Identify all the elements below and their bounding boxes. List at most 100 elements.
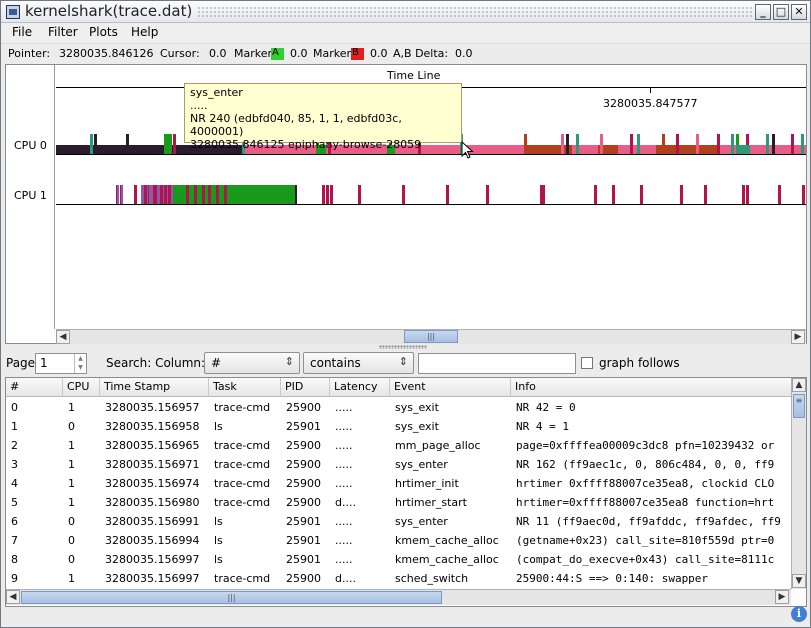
cpu-0-event-spike[interactable]: [662, 134, 665, 154]
close-button[interactable]: ✕: [791, 4, 807, 20]
col-header-latency[interactable]: Latency: [330, 378, 390, 397]
cpu-1-event-spike[interactable]: [144, 185, 147, 204]
table-row[interactable]: 1 0 3280035.156958 ls 25901..... sys_exit NR 4…: [6, 417, 791, 436]
cpu-0-event-spike[interactable]: [524, 134, 527, 154]
cpu-0-event-spike[interactable]: [576, 134, 579, 154]
scroll-right-button[interactable]: ▶: [791, 330, 805, 344]
menu-filter[interactable]: Filter: [48, 25, 78, 39]
cpu-0-event-spike[interactable]: [561, 134, 564, 154]
column-select[interactable]: # ⇕: [204, 352, 300, 374]
col-header-cpu[interactable]: CPU: [63, 378, 100, 397]
cpu-1-task-bar[interactable]: [295, 185, 297, 204]
cpu-1-event-spike[interactable]: [326, 185, 329, 204]
graph-hscrollbar[interactable]: ◀ ||| ▶: [56, 329, 806, 344]
cpu-1-event-spike[interactable]: [486, 185, 489, 204]
cpu-0-event-spike[interactable]: [630, 134, 633, 154]
cpu-1-event-spike[interactable]: [358, 185, 361, 204]
table-row[interactable]: 0 1 3280035.156957 trace-cmd 25900..... sys_e…: [6, 398, 791, 417]
cpu-1-task-bar[interactable]: [173, 185, 296, 204]
table-hscroll-thumb[interactable]: |||: [21, 591, 442, 604]
table-hscrollbar[interactable]: ◀ ||| ▶: [6, 589, 791, 605]
graph-follows-checkbox[interactable]: [581, 357, 593, 369]
table-row[interactable]: 7 0 3280035.156994 ls 25901..... kmem_cache_a…: [6, 531, 791, 550]
cpu-1-label[interactable]: CPU 1: [14, 189, 47, 202]
spinner-arrows-icon[interactable]: ▲ ▼: [74, 354, 86, 373]
cpu-0-event-spike[interactable]: [772, 134, 775, 154]
cpu-1-event-spike[interactable]: [594, 185, 597, 204]
cpu-0-event-spike[interactable]: [717, 134, 720, 154]
cpu-1-event-spike[interactable]: [224, 185, 227, 204]
cpu-0-event-spike[interactable]: [801, 134, 804, 154]
minimize-button[interactable]: _: [755, 4, 771, 20]
cpu-0-event-spike[interactable]: [637, 134, 640, 154]
cpu-0-event-spike[interactable]: [791, 134, 794, 154]
table-row[interactable]: 6 0 3280035.156991 ls 25901..... sys_enter NR …: [6, 512, 791, 531]
cpu-0-event-spike[interactable]: [766, 134, 769, 154]
cpu-1-event-spike[interactable]: [330, 185, 333, 204]
menu-file[interactable]: File: [12, 25, 32, 39]
cpu-0-event-spike[interactable]: [696, 134, 699, 154]
table-vscroll-thumb[interactable]: ≡: [793, 394, 805, 418]
cpu-1-event-spike[interactable]: [134, 185, 137, 204]
pane-splitter[interactable]: [379, 345, 427, 349]
menu-help[interactable]: Help: [131, 25, 158, 39]
cpu-1-event-spike[interactable]: [746, 185, 749, 204]
cpu-1-event-spike[interactable]: [117, 185, 119, 204]
cpu-0-event-spike[interactable]: [731, 134, 734, 154]
cpu-1-event-spike[interactable]: [202, 185, 205, 204]
scroll-down-button[interactable]: ▼: [792, 574, 806, 588]
menu-plots[interactable]: Plots: [89, 25, 118, 39]
condition-select[interactable]: contains ⇕: [303, 352, 414, 374]
cpu-0-event-spike[interactable]: [600, 134, 603, 154]
cpu-1-event-spike[interactable]: [640, 185, 643, 204]
cpu-0-event-spike[interactable]: [173, 134, 176, 154]
table-row[interactable]: 8 0 3280035.156997 ls 25901..... kmem_cache_a…: [6, 550, 791, 569]
cpu-1-event-spike[interactable]: [149, 185, 151, 204]
cpu-0-task-bar[interactable]: [736, 145, 750, 154]
cpu-0-event-spike[interactable]: [126, 134, 129, 154]
search-input[interactable]: [418, 353, 576, 374]
event-table[interactable]: # CPU Time Stamp Task PID Latency Event …: [5, 377, 807, 607]
cpu-1-event-spike[interactable]: [157, 185, 159, 204]
table-row[interactable]: 5 1 3280035.156980 trace-cmd 25900 d.... hrtim…: [6, 493, 791, 512]
cpu-1-event-spike[interactable]: [402, 185, 405, 204]
cpu-1-event-spike[interactable]: [160, 185, 163, 204]
scroll-left-button[interactable]: ◀: [56, 330, 70, 344]
table-scroll-left-button[interactable]: ◀: [6, 590, 20, 604]
col-header-timestamp[interactable]: Time Stamp: [100, 378, 209, 397]
table-row[interactable]: 3 1 3280035.156971 trace-cmd 25900..... sys_e…: [6, 455, 791, 474]
cpu-1-event-spike[interactable]: [802, 185, 805, 204]
scroll-up-button[interactable]: ▲: [792, 378, 806, 392]
cpu-1-event-spike[interactable]: [446, 185, 449, 204]
maximize-button[interactable]: □: [773, 4, 789, 20]
table-row[interactable]: 2 1 3280035.156965 trace-cmd 25900..... mm_pa…: [6, 436, 791, 455]
title-bar[interactable]: kernelshark(trace.dat) _ □ ✕: [1, 1, 810, 23]
cpu-0-label[interactable]: CPU 0: [14, 139, 47, 152]
cpu-0-task-bar[interactable]: [656, 145, 718, 154]
cpu-1-event-spike[interactable]: [216, 185, 219, 204]
info-icon[interactable]: i: [791, 606, 807, 622]
cpu-1-event-spike[interactable]: [186, 185, 189, 204]
page-spinner[interactable]: 1 ▲ ▼: [35, 353, 87, 374]
col-header-index[interactable]: #: [6, 378, 63, 397]
cpu-1-event-spike[interactable]: [208, 185, 211, 204]
cpu-0-event-spike[interactable]: [90, 134, 93, 154]
col-header-event[interactable]: Event: [390, 378, 511, 397]
col-header-info[interactable]: Info: [511, 378, 791, 397]
table-row[interactable]: 9 1 3280035.156997 trace-cmd 25900 d.... sched…: [6, 569, 791, 588]
cpu-0-event-spike[interactable]: [566, 134, 569, 154]
cpu-1-event-spike[interactable]: [168, 185, 171, 204]
cpu-1-event-spike[interactable]: [322, 185, 325, 204]
cpu-0-event-spike[interactable]: [676, 134, 679, 154]
cpu-1-event-spike[interactable]: [194, 185, 197, 204]
cpu-1-event-spike[interactable]: [778, 185, 781, 204]
cpu-1-event-spike[interactable]: [542, 185, 545, 204]
col-header-task[interactable]: Task: [209, 378, 281, 397]
col-header-pid[interactable]: PID: [281, 378, 330, 397]
cpu-1-event-spike[interactable]: [164, 185, 167, 204]
cpu-1-event-spike[interactable]: [612, 185, 615, 204]
table-row[interactable]: 4 1 3280035.156974 trace-cmd 25900..... hrtim…: [6, 474, 791, 493]
app-icon[interactable]: [6, 5, 20, 19]
graph-scroll-thumb[interactable]: |||: [404, 330, 458, 343]
cpu-0-event-spike[interactable]: [94, 134, 97, 154]
